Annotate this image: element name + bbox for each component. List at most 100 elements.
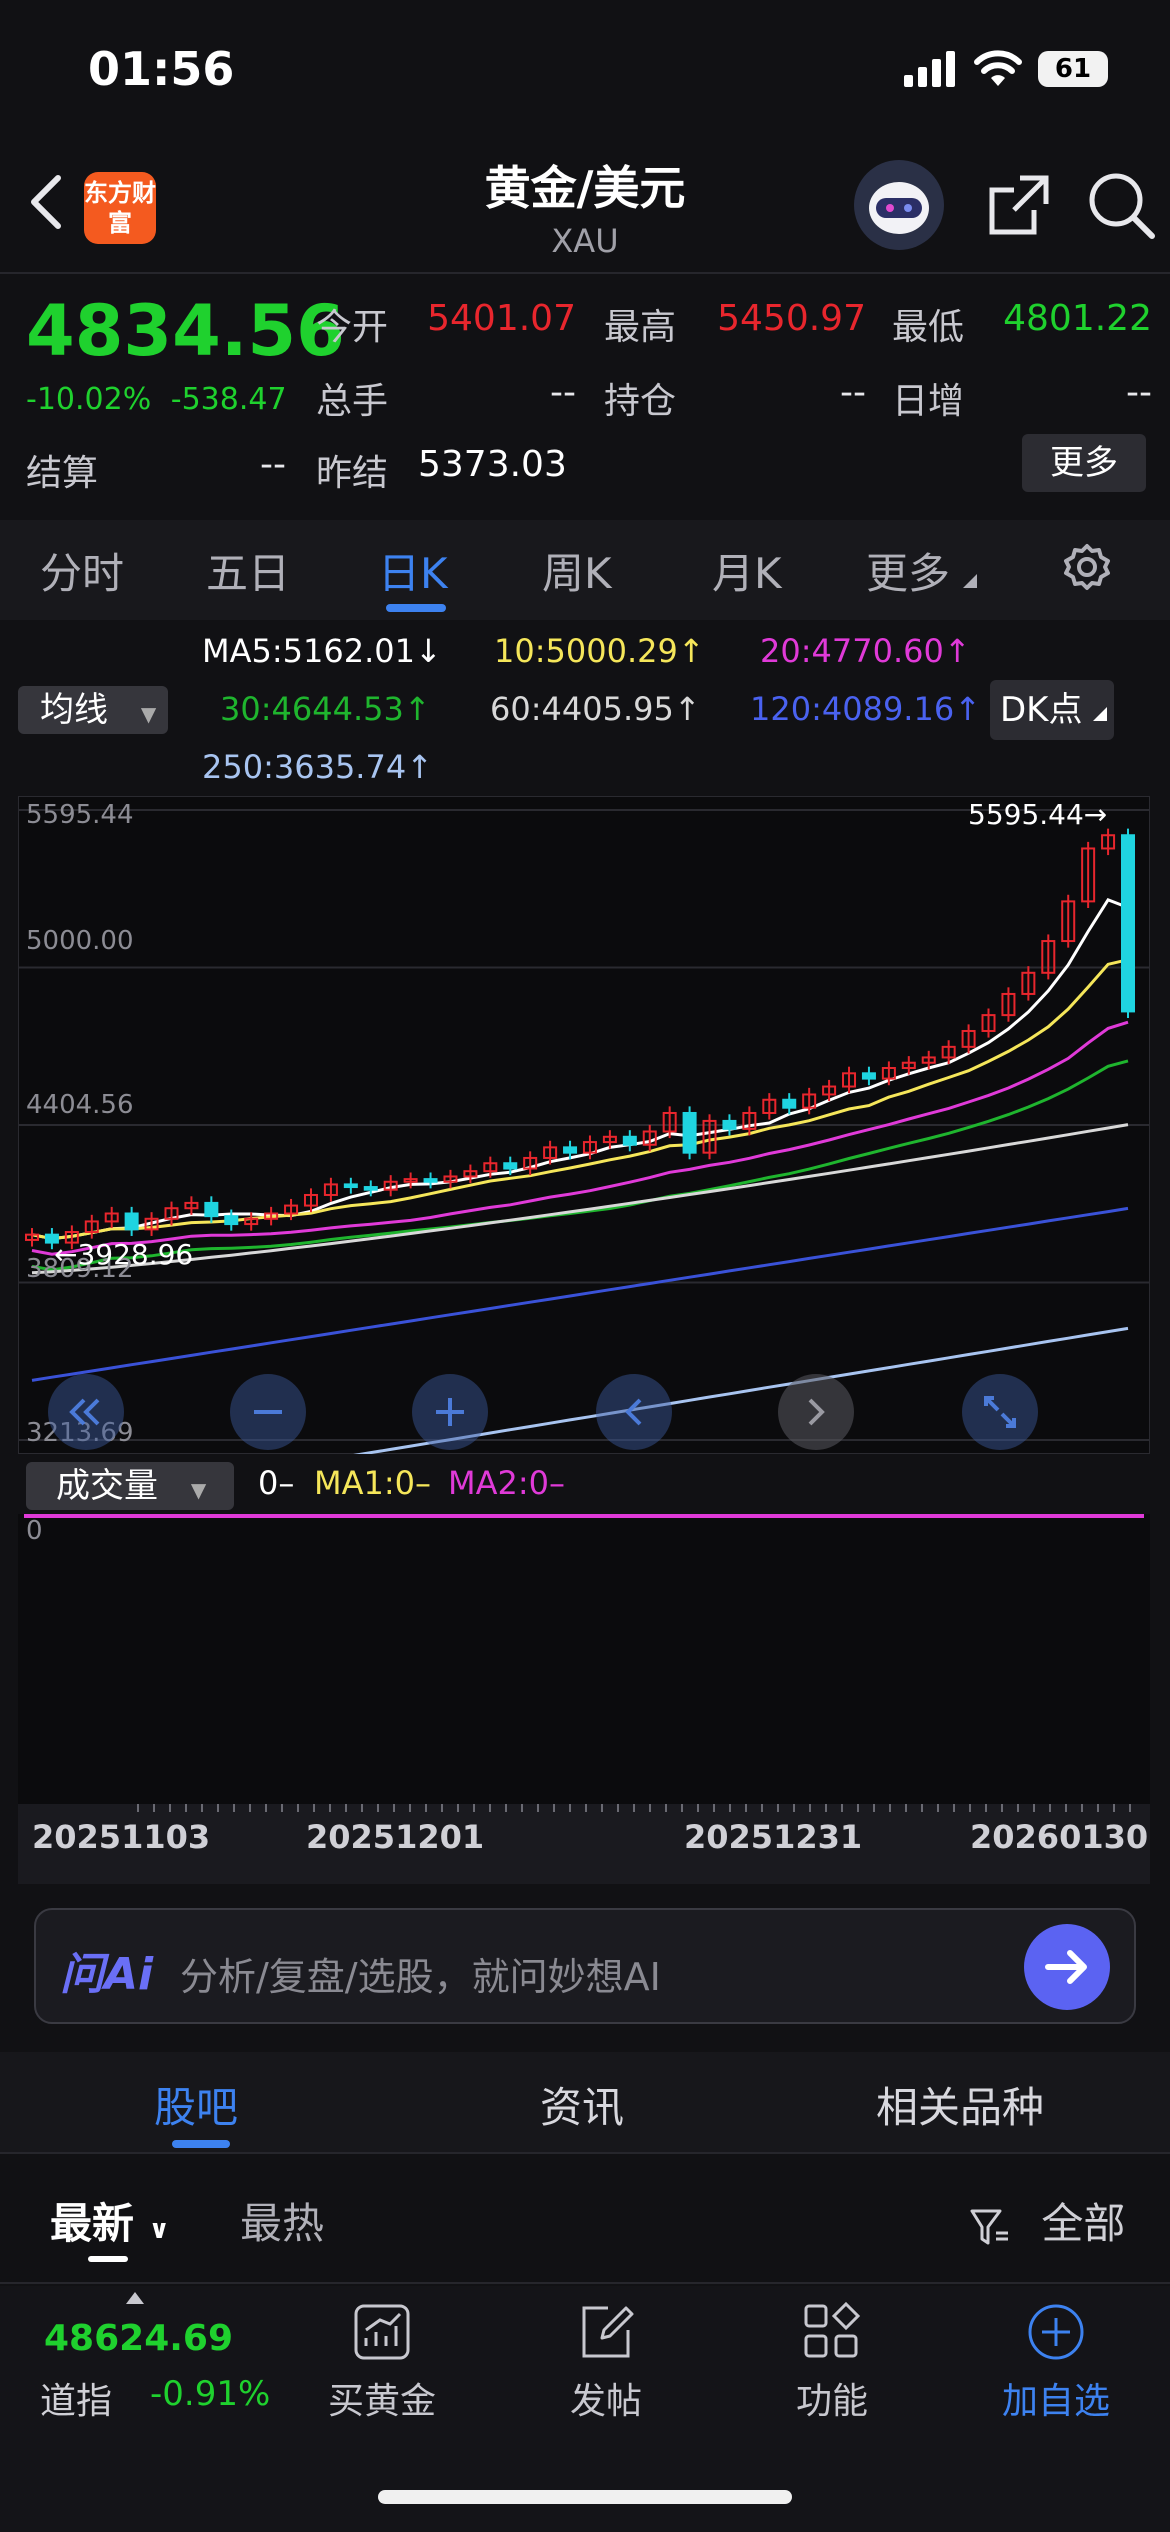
arrow-right-icon — [1045, 1950, 1087, 1984]
ma250-value: 250:3635.74↑ — [202, 748, 433, 786]
date-label: 20251231 — [684, 1818, 863, 1856]
low-label: 最低 — [892, 307, 965, 348]
candle-body — [722, 1119, 737, 1130]
plus-icon — [436, 1398, 464, 1426]
signal-icon — [904, 51, 955, 87]
status-time: 01:56 — [88, 42, 235, 96]
grid-functions-icon[interactable] — [800, 2300, 864, 2364]
volume-ma1: MA1:0– — [314, 1464, 431, 1502]
corner-triangle-icon — [963, 574, 978, 588]
tab-news[interactable]: 资讯 — [540, 2074, 624, 2135]
ma-type-selector[interactable]: 均线 ▼ — [18, 686, 168, 734]
index-change: -0.91% — [150, 2374, 271, 2414]
sort-latest-label: 最新 — [50, 2199, 135, 2248]
scroll-right-button[interactable] — [778, 1374, 854, 1450]
volume-chart[interactable] — [18, 1514, 1150, 1804]
min-price-marker: ←3928.96 — [54, 1238, 194, 1271]
high-value: 5450.97 — [717, 298, 866, 339]
chevron-left-icon — [625, 1398, 642, 1426]
expand-icon — [984, 1396, 1016, 1428]
active-tab-indicator — [386, 604, 446, 612]
max-price-marker: 5595.44→ — [968, 798, 1108, 831]
sort-indicator — [88, 2256, 128, 2262]
date-label: 20251201 — [306, 1818, 485, 1856]
functions-button[interactable]: 功能 — [752, 2372, 912, 2424]
ai-input-placeholder[interactable]: 分析/复盘/选股，就问妙想AI — [180, 1946, 661, 2001]
post-button[interactable]: 发帖 — [526, 2372, 686, 2424]
volume-value: 0– — [258, 1464, 295, 1502]
tab-related[interactable]: 相关品种 — [876, 2074, 1044, 2135]
double-chevron-left-icon — [69, 1398, 100, 1426]
dk-point-label: DK点 — [1000, 690, 1083, 730]
chevron-right-icon — [808, 1398, 825, 1426]
ma5-value: MA5:5162.01↓ — [202, 632, 442, 670]
date-label: 20251103 — [32, 1818, 211, 1856]
settle-value: -- — [260, 444, 286, 485]
tab-intraday[interactable]: 分时 — [40, 540, 124, 601]
dropdown-arrow-icon: ▼ — [140, 702, 157, 726]
settings-gear-icon[interactable] — [1062, 542, 1112, 592]
candle-body — [224, 1215, 239, 1226]
tab-monthly-k[interactable]: 月K — [712, 540, 782, 601]
ma10-value: 10:5000.29↑ — [494, 632, 705, 670]
fullscreen-button[interactable] — [962, 1374, 1038, 1450]
ai-send-button[interactable] — [1024, 1924, 1110, 2010]
candle-body — [423, 1178, 438, 1183]
chart-up-icon[interactable] — [350, 2300, 414, 2364]
tab-forum[interactable]: 股吧 — [154, 2074, 238, 2135]
index-name: 道指 — [40, 2381, 113, 2422]
buy-gold-button[interactable]: 买黄金 — [302, 2372, 462, 2424]
filter-icon — [970, 2209, 1008, 2244]
y-axis-label: 5000.00 — [26, 926, 134, 956]
candle-body — [343, 1183, 358, 1189]
edit-post-icon[interactable] — [574, 2300, 638, 2364]
candle-body — [204, 1201, 219, 1218]
high-label: 最高 — [604, 307, 677, 348]
low-value: 4801.22 — [1003, 298, 1152, 339]
chevron-down-icon: ∨ — [148, 2215, 170, 2245]
add-watchlist-button[interactable]: 加自选 — [976, 2372, 1136, 2424]
kline-chart[interactable] — [18, 796, 1150, 1454]
tab-more-label: 更多 — [866, 549, 951, 598]
ma20-value: 20:4770.60↑ — [760, 632, 971, 670]
tab-daily-k[interactable]: 日K — [378, 540, 448, 601]
daily-increase-label: 日增 — [892, 381, 965, 422]
dropdown-arrow-icon: ▼ — [190, 1478, 207, 1502]
price-change: -10.02% -538.47 — [26, 382, 287, 417]
tab-five-day[interactable]: 五日 — [206, 540, 290, 601]
divider — [0, 2282, 1170, 2284]
more-quote-button[interactable]: 更多 — [1022, 434, 1146, 492]
tab-weekly-k[interactable]: 周K — [542, 540, 612, 601]
corner-triangle-icon — [1093, 707, 1108, 721]
volume-value: -- — [550, 372, 576, 413]
ma30-value: 30:4644.53↑ — [220, 690, 431, 728]
search-icon[interactable] — [1086, 170, 1156, 240]
robot-assistant-icon[interactable] — [854, 160, 944, 250]
open-label: 今开 — [316, 307, 389, 348]
prev-settle-label: 昨结 — [316, 453, 389, 494]
candle-body — [682, 1111, 697, 1154]
share-icon[interactable] — [984, 170, 1054, 240]
filter-label: 全部 — [1041, 2199, 1126, 2248]
add-circle-icon[interactable] — [1024, 2300, 1088, 2364]
scroll-left-button[interactable] — [596, 1374, 672, 1450]
candle-body — [861, 1072, 876, 1080]
sort-latest[interactable]: 最新 ∨ — [50, 2190, 170, 2251]
candle-body — [124, 1212, 139, 1231]
active-content-tab-indicator — [172, 2140, 230, 2148]
volume-indicator-selector[interactable]: 成交量 ▼ — [26, 1462, 234, 1510]
filter-button[interactable]: 全部 — [968, 2190, 1125, 2251]
zoom-out-button[interactable] — [230, 1374, 306, 1450]
date-label: 20260130 — [970, 1818, 1149, 1856]
dk-point-button[interactable]: DK点 — [990, 680, 1114, 740]
triangle-up-icon — [126, 2292, 144, 2304]
home-indicator — [378, 2490, 792, 2504]
daily-increase-value: -- — [1126, 372, 1152, 413]
scroll-to-start-button[interactable] — [48, 1374, 124, 1450]
tab-more-periods[interactable]: 更多 — [866, 540, 978, 601]
ma60-value: 60:4405.95↑ — [490, 690, 701, 728]
zoom-in-button[interactable] — [412, 1374, 488, 1450]
sort-hottest[interactable]: 最热 — [240, 2190, 324, 2251]
divider — [0, 2152, 1170, 2154]
index-value[interactable]: 48624.69 — [44, 2318, 233, 2359]
